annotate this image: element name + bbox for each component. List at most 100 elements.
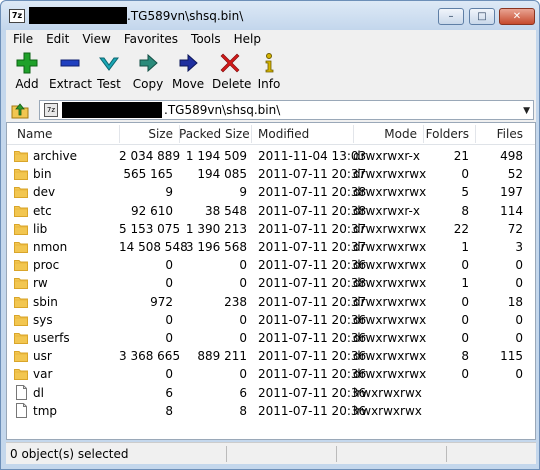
table-row[interactable]: lib 5 153 075 1 390 213 2011-07-11 20:37 drw… <box>7 220 535 238</box>
packed-size-cell: 0 <box>239 312 247 327</box>
folder-icon <box>14 187 28 199</box>
move-icon <box>179 53 198 73</box>
mode-cell: drwxrwxrwx <box>353 221 427 236</box>
column-modified-header[interactable]: Modified <box>258 127 309 141</box>
packed-size-cell: 0 <box>239 258 247 273</box>
app-logo-icon[interactable]: 7z <box>9 9 25 23</box>
size-cell: 3 368 665 <box>119 349 181 364</box>
name-cell: lib <box>33 221 48 236</box>
packed-size-cell: 0 <box>239 367 247 382</box>
column-divider[interactable] <box>251 125 252 143</box>
test-button[interactable]: Test <box>94 52 124 91</box>
menu-help[interactable]: Help <box>227 32 267 46</box>
modified-cell: 2011-07-11 20:38 <box>258 203 367 218</box>
table-row[interactable]: var 0 0 2011-07-11 20:36 drwxrwxrwx 0 0 <box>7 365 535 383</box>
packed-size-cell: 0 <box>239 331 247 345</box>
extract-button[interactable]: Extract <box>49 52 92 91</box>
address-field[interactable]: 7z .TG589vn\shsq.bin\ ▼ <box>39 100 534 120</box>
minimize-button[interactable]: – <box>438 8 464 25</box>
folder-icon <box>14 205 28 217</box>
table-row[interactable]: tmp 8 8 2011-07-11 20:36 lrwxrwxrwx <box>7 402 535 420</box>
table-row[interactable]: nmon 14 508 548 3 196 568 2011-07-11 20:37 d… <box>7 238 535 256</box>
mode-cell: drwxrwxrwx <box>353 349 427 364</box>
menu-edit[interactable]: Edit <box>39 32 75 46</box>
copy-label: Copy <box>132 77 164 91</box>
mode-cell: drwxrwxrwx <box>353 167 427 182</box>
size-cell: 0 <box>165 258 173 273</box>
up-folder-icon[interactable] <box>10 101 30 119</box>
table-row[interactable]: dev 9 9 2011-07-11 20:38 drwxrwxrwx 5 197 <box>7 183 535 201</box>
menu-bar: File Edit View Favorites Tools Help <box>6 30 536 48</box>
folders-cell: 1 <box>461 276 469 291</box>
name-cell: dl <box>33 385 44 400</box>
column-name-header[interactable]: Name <box>17 127 52 141</box>
packed-size-cell: 0 <box>239 276 247 291</box>
add-button[interactable]: Add <box>12 52 42 91</box>
add-label: Add <box>15 77 39 91</box>
folders-cell: 8 <box>461 203 469 218</box>
table-row[interactable]: rw 0 0 2011-07-11 20:38 drwxrwxrwx 1 0 <box>7 274 535 292</box>
maximize-button[interactable]: □ <box>469 8 495 25</box>
table-row[interactable]: dl 6 6 2011-07-11 20:36 lrwxrwxrwx <box>7 384 535 402</box>
files-cell: 0 <box>515 331 523 345</box>
delete-label: Delete <box>212 77 252 91</box>
table-row[interactable]: proc 0 0 2011-07-11 20:36 drwxrwxrwx 0 0 <box>7 256 535 274</box>
status-bar: 0 object(s) selected <box>6 442 536 464</box>
table-row[interactable]: etc 92 610 38 548 2011-07-11 20:38 drwxrwxr-… <box>7 202 535 220</box>
files-cell: 114 <box>500 203 523 218</box>
menu-view[interactable]: View <box>75 32 116 46</box>
redacted-block <box>62 102 162 118</box>
info-button[interactable]: Info <box>256 52 282 91</box>
files-cell: 0 <box>515 367 523 382</box>
chevron-down-icon[interactable]: ▼ <box>523 106 530 116</box>
menu-file[interactable]: File <box>6 32 39 46</box>
copy-icon <box>139 53 158 73</box>
table-row[interactable]: usr 3 368 665 889 211 2011-07-11 20:36 drwxr… <box>7 347 535 365</box>
column-packed-header[interactable]: Packed Size <box>179 127 250 141</box>
redacted-block <box>29 7 127 24</box>
mode-cell: drwxrwxrwx <box>353 240 427 254</box>
column-folders-header[interactable]: Folders <box>423 127 469 141</box>
size-cell: 5 153 075 <box>119 221 181 236</box>
move-button[interactable]: Move <box>172 52 204 91</box>
files-cell: 0 <box>515 258 523 273</box>
title-bar[interactable]: 7z .TG589vn\shsq.bin\ – □ ✕ <box>1 1 539 30</box>
column-files-header[interactable]: Files <box>475 127 523 141</box>
table-row[interactable]: archive 2 034 889 1 194 509 2011-11-04 13:0… <box>7 147 535 165</box>
files-cell: 498 <box>500 149 523 163</box>
name-cell: tmp <box>33 403 58 418</box>
copy-button[interactable]: Copy <box>132 52 164 91</box>
column-mode-header[interactable]: Mode <box>353 127 417 141</box>
name-cell: sbin <box>33 294 58 309</box>
column-size-header[interactable]: Size <box>119 127 173 141</box>
status-divider <box>226 446 227 462</box>
table-row[interactable]: userfs 0 0 2011-07-11 20:36 drwxrwxrwx 0 0 <box>7 329 535 347</box>
size-cell: 92 610 <box>131 203 173 218</box>
delete-button[interactable]: Delete <box>212 52 252 91</box>
name-cell: bin <box>33 167 52 182</box>
file-list[interactable]: Name Size Packed Size Modified Mode Fold… <box>6 122 536 440</box>
folders-cell: 0 <box>461 331 469 345</box>
folder-icon <box>14 242 28 253</box>
move-label: Move <box>172 77 205 91</box>
mode-cell: drwxrwxrwx <box>353 294 427 309</box>
table-row[interactable]: sbin 972 238 2011-07-11 20:37 drwxrwxrwx 0 18 <box>7 293 535 311</box>
modified-cell: 2011-07-11 20:36 <box>258 385 367 400</box>
folder-icon <box>14 314 28 326</box>
modified-cell: 2011-07-11 20:37 <box>258 294 367 309</box>
name-cell: nmon <box>33 240 68 254</box>
menu-favorites[interactable]: Favorites <box>117 32 184 46</box>
files-cell: 0 <box>515 312 523 327</box>
mode-cell: drwxrwxrwx <box>353 312 427 327</box>
folders-cell: 0 <box>461 312 469 327</box>
folders-cell: 0 <box>461 367 469 382</box>
folder-icon <box>14 169 28 181</box>
modified-cell: 2011-07-11 20:36 <box>258 403 367 418</box>
archive-icon: 7z <box>44 103 58 117</box>
table-row[interactable]: sys 0 0 2011-07-11 20:36 drwxrwxrwx 0 0 <box>7 311 535 329</box>
menu-tools[interactable]: Tools <box>184 32 227 46</box>
folder-icon <box>14 151 28 162</box>
table-row[interactable]: bin 565 165 194 085 2011-07-11 20:37 drwxrwx… <box>7 165 535 183</box>
size-cell: 0 <box>165 312 173 327</box>
close-button[interactable]: ✕ <box>499 8 535 25</box>
